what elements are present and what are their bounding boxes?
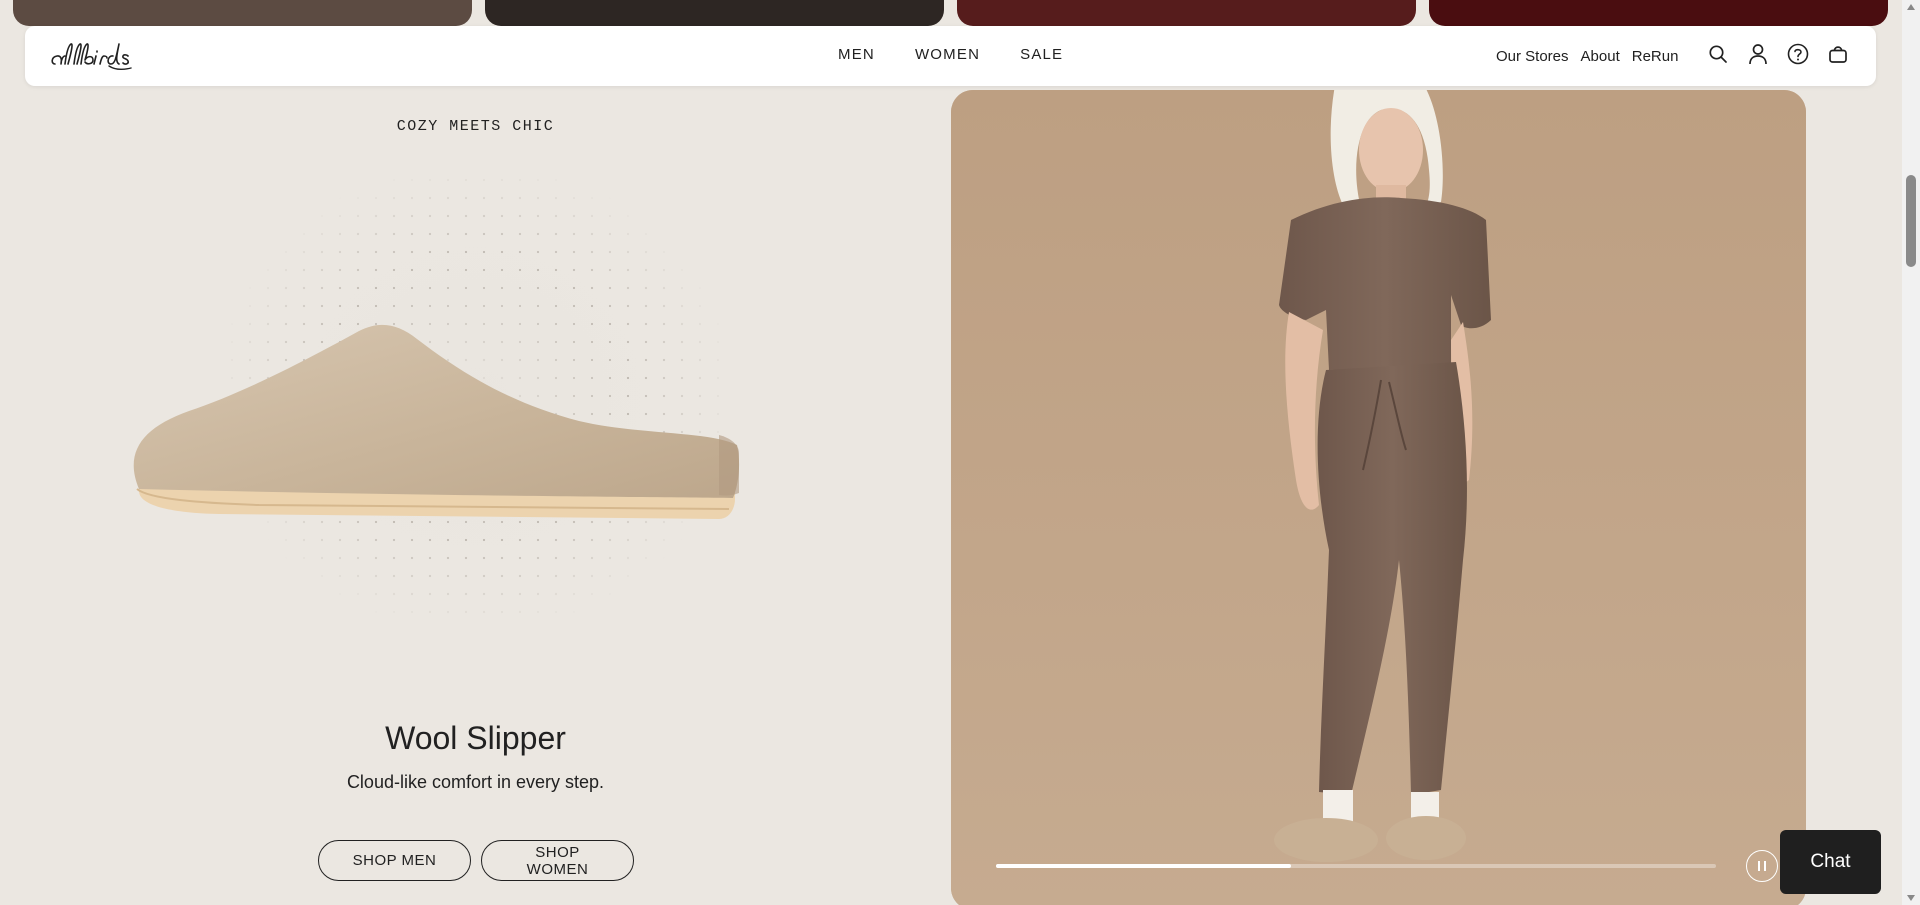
- scroll-thumb[interactable]: [1906, 175, 1916, 267]
- nav-women[interactable]: WOMEN: [915, 46, 980, 63]
- allbirds-logo-mark: [51, 43, 132, 71]
- site-header: MEN WOMEN SALE Our Stores About ReRun: [25, 26, 1876, 86]
- scroll-up-arrow-icon[interactable]: [1907, 4, 1915, 10]
- top-card-strip: [0, 0, 1900, 26]
- top-card-4[interactable]: [1429, 0, 1888, 26]
- model-photo: [951, 90, 1806, 905]
- cart-icon[interactable]: [1825, 41, 1851, 67]
- utility-icons: [1705, 41, 1851, 67]
- product-title: Wool Slipper: [385, 720, 566, 756]
- wool-slipper-image: [133, 163, 740, 633]
- chat-button[interactable]: Chat: [1780, 830, 1881, 894]
- our-stores-link[interactable]: Our Stores: [1496, 48, 1569, 65]
- help-icon[interactable]: [1785, 41, 1811, 67]
- account-icon[interactable]: [1745, 41, 1771, 67]
- shop-women-button[interactable]: SHOP WOMEN: [481, 840, 634, 881]
- utility-links: Our Stores About ReRun: [1496, 48, 1690, 65]
- product-subtitle: Cloud-like comfort in every step.: [346, 772, 605, 792]
- search-icon[interactable]: [1705, 41, 1731, 67]
- slideshow-progress-fill: [996, 864, 1292, 868]
- pause-icon: [1758, 861, 1766, 871]
- nav-men[interactable]: MEN: [838, 46, 875, 63]
- shop-buttons: SHOP MEN SHOP WOMEN: [318, 840, 634, 881]
- scroll-down-arrow-icon[interactable]: [1907, 895, 1915, 901]
- main-nav: MEN WOMEN SALE: [838, 46, 1103, 63]
- feature-eyebrow: COZY MEETS CHIC: [396, 118, 555, 135]
- pause-button[interactable]: [1746, 850, 1778, 882]
- about-link[interactable]: About: [1581, 48, 1620, 65]
- shop-men-button[interactable]: SHOP MEN: [318, 840, 471, 881]
- top-card-1[interactable]: [13, 0, 472, 26]
- rerun-link[interactable]: ReRun: [1632, 48, 1679, 65]
- page-scrollbar[interactable]: [1902, 0, 1920, 905]
- top-card-2[interactable]: [485, 0, 944, 26]
- nav-sale[interactable]: SALE: [1020, 46, 1063, 63]
- slideshow-progress: [996, 864, 1716, 868]
- allbirds-logo[interactable]: [49, 40, 153, 79]
- top-card-3[interactable]: [957, 0, 1416, 26]
- hero-image[interactable]: [951, 90, 1806, 905]
- feature-panel: COZY MEETS CHIC Wool Slipper Cloud-like …: [79, 93, 872, 881]
- product-image[interactable]: [79, 153, 872, 673]
